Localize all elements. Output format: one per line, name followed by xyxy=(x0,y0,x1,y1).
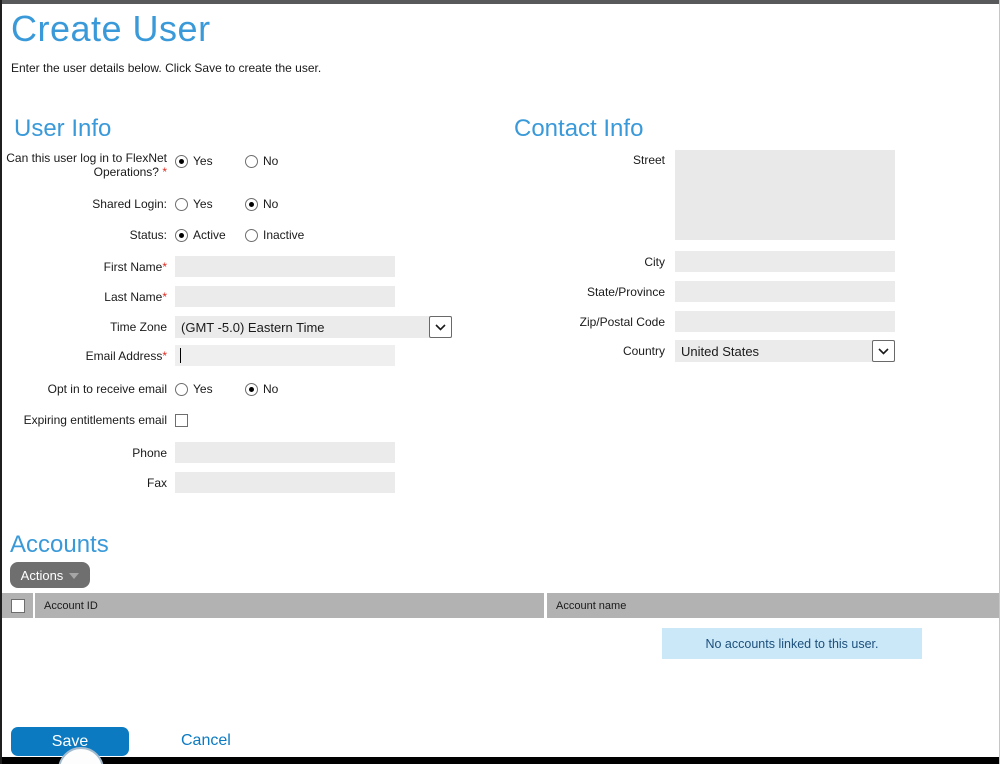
city-input[interactable] xyxy=(675,251,895,272)
fax-input[interactable] xyxy=(175,472,395,493)
email-row: Email Address* xyxy=(2,345,395,366)
login-no-radio[interactable] xyxy=(245,155,258,168)
user-info-heading: User Info xyxy=(14,115,111,143)
opt-in-yes-radio[interactable] xyxy=(175,383,188,396)
status-active-label: Active xyxy=(193,228,226,242)
email-input[interactable] xyxy=(175,345,395,366)
zip-input[interactable] xyxy=(675,311,895,332)
opt-in-no-label: No xyxy=(263,382,278,396)
opt-in-no-radio[interactable] xyxy=(245,383,258,396)
first-name-row: First Name* xyxy=(2,256,395,277)
first-name-input[interactable] xyxy=(175,256,395,277)
shared-login-option-no: No xyxy=(245,197,315,211)
actions-button[interactable]: Actions xyxy=(10,562,90,588)
expiring-email-checkbox[interactable] xyxy=(175,414,188,427)
text-cursor xyxy=(180,348,181,363)
time-zone-label: Time Zone xyxy=(2,320,167,334)
last-name-input[interactable] xyxy=(175,286,395,307)
expiring-email-label: Expiring entitlements email xyxy=(2,413,167,427)
phone-input[interactable] xyxy=(175,442,395,463)
status-inactive-label: Inactive xyxy=(263,228,304,242)
chevron-down-icon[interactable] xyxy=(872,340,895,362)
fax-row: Fax xyxy=(2,472,395,493)
shared-login-no-label: No xyxy=(263,197,278,211)
contact-info-heading: Contact Info xyxy=(514,115,643,143)
login-yes-radio[interactable] xyxy=(175,155,188,168)
state-input[interactable] xyxy=(675,281,895,302)
no-accounts-message: No accounts linked to this user. xyxy=(662,628,922,659)
street-input[interactable] xyxy=(675,150,895,240)
login-yes-label: Yes xyxy=(193,154,213,168)
city-row: City xyxy=(510,251,895,272)
required-marker: * xyxy=(162,349,167,363)
opt-in-option-yes: Yes xyxy=(175,382,245,396)
first-name-label: First Name* xyxy=(2,260,167,274)
street-row: Street xyxy=(510,150,895,240)
actions-button-label: Actions xyxy=(21,568,64,583)
state-row: State/Province xyxy=(510,281,895,302)
expiring-email-row: Expiring entitlements email xyxy=(2,413,188,427)
country-select[interactable]: United States xyxy=(675,340,895,362)
shared-login-label: Shared Login: xyxy=(2,197,167,211)
login-no-label: No xyxy=(263,154,278,168)
page-title: Create User xyxy=(11,8,211,50)
opt-in-yes-label: Yes xyxy=(193,382,213,396)
create-user-page: Create User Enter the user details below… xyxy=(0,0,1000,764)
cancel-link[interactable]: Cancel xyxy=(181,732,231,750)
last-name-label: Last Name* xyxy=(2,290,167,304)
time-zone-row: Time Zone (GMT -5.0) Eastern Time xyxy=(2,316,452,338)
accounts-heading: Accounts xyxy=(10,531,109,559)
status-inactive-radio[interactable] xyxy=(245,229,258,242)
opt-in-option-no: No xyxy=(245,382,315,396)
status-row: Status: Active Inactive xyxy=(2,228,315,242)
shared-login-yes-radio[interactable] xyxy=(175,198,188,211)
required-marker: * xyxy=(162,290,167,304)
select-all-checkbox[interactable] xyxy=(11,599,25,613)
accounts-table-header: Account ID Account name xyxy=(2,593,999,618)
country-label: Country xyxy=(510,344,665,358)
shared-login-yes-label: Yes xyxy=(193,197,213,211)
account-id-column-header: Account ID xyxy=(35,593,544,618)
opt-in-label: Opt in to receive email xyxy=(2,382,167,396)
status-option-inactive: Inactive xyxy=(245,228,315,242)
status-active-radio[interactable] xyxy=(175,229,188,242)
required-marker: * xyxy=(162,260,167,274)
zip-label: Zip/Postal Code xyxy=(510,315,665,329)
select-all-cell xyxy=(2,593,33,618)
country-row: Country United States xyxy=(510,340,895,362)
account-name-column-header: Account name xyxy=(547,593,999,618)
email-label: Email Address* xyxy=(2,349,167,363)
shared-login-no-radio[interactable] xyxy=(245,198,258,211)
login-option-yes: Yes xyxy=(175,154,245,168)
shared-login-option-yes: Yes xyxy=(175,197,245,211)
login-option-no: No xyxy=(245,154,315,168)
phone-label: Phone xyxy=(2,446,167,460)
shared-login-row: Shared Login: Yes No xyxy=(2,197,315,211)
status-label: Status: xyxy=(2,228,167,242)
city-label: City xyxy=(510,255,665,269)
top-border-bar xyxy=(2,0,999,4)
country-value: United States xyxy=(675,344,872,359)
street-label: Street xyxy=(510,150,665,167)
opt-in-row: Opt in to receive email Yes No xyxy=(2,382,315,396)
dropdown-caret-icon xyxy=(69,573,79,579)
fax-label: Fax xyxy=(2,476,167,490)
time-zone-value: (GMT -5.0) Eastern Time xyxy=(175,320,429,335)
login-question-row: Can this user log in to FlexNet Operatio… xyxy=(2,151,315,179)
state-label: State/Province xyxy=(510,285,665,299)
status-option-active: Active xyxy=(175,228,245,242)
chevron-down-icon[interactable] xyxy=(429,316,452,338)
time-zone-select[interactable]: (GMT -5.0) Eastern Time xyxy=(175,316,452,338)
required-marker: * xyxy=(162,165,167,179)
page-subtitle: Enter the user details below. Click Save… xyxy=(11,61,321,75)
zip-row: Zip/Postal Code xyxy=(510,311,895,332)
last-name-row: Last Name* xyxy=(2,286,395,307)
login-question-label: Can this user log in to FlexNet Operatio… xyxy=(2,151,167,179)
phone-row: Phone xyxy=(2,442,395,463)
bottom-border-bar xyxy=(2,757,999,764)
